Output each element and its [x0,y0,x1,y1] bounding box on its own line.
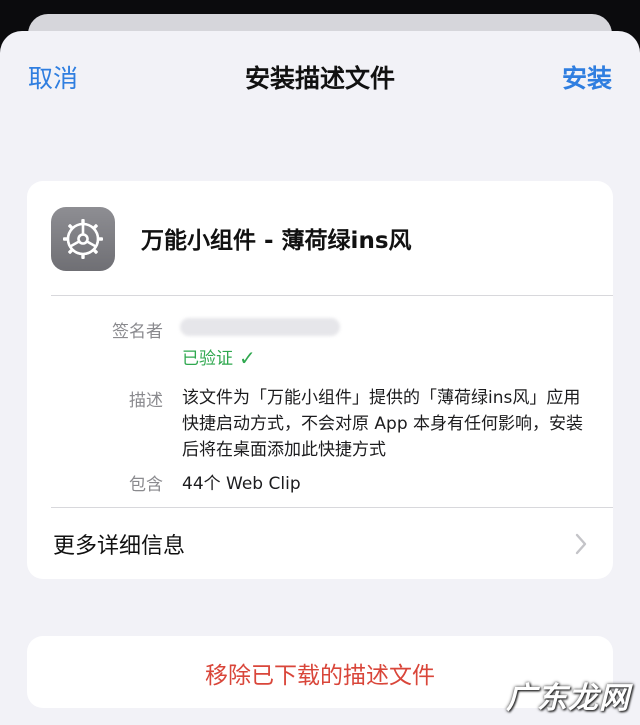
divider [51,295,613,296]
profile-card: 万能小组件 - 薄荷绿ins风 签名者 已验证 ✓ 描述 该文件为「万能小组件」提… [27,181,613,579]
page-title: 安装描述文件 [244,64,395,93]
verified-status: 已验证 ✓ [182,344,256,370]
screen: 取消 安装描述文件 安装 万能小组件 - 薄荷绿ins风 签名者 已验证 ✓ 描… [0,0,640,725]
navigation-bar: 取消 安装描述文件 安装 [0,31,640,123]
signer-value-redacted [180,318,340,336]
contains-value: 44个 Web Clip [182,474,301,494]
gear-icon [51,207,115,271]
contains-label: 包含 [129,475,163,495]
profile-header: 万能小组件 - 薄荷绿ins风 [27,181,613,295]
watermark: 广东龙网 [506,681,630,716]
verified-text: 已验证 [182,349,233,369]
checkmark-icon: ✓ [239,346,256,370]
more-details-row[interactable]: 更多详细信息 [27,508,613,579]
signer-label: 签名者 [112,322,163,342]
description-label: 描述 [129,391,163,411]
more-details-label: 更多详细信息 [53,534,186,559]
install-button[interactable]: 安装 [562,59,612,95]
chevron-right-icon [575,533,587,555]
profile-name: 万能小组件 - 薄荷绿ins风 [141,228,412,254]
description-text: 该文件为「万能小组件」提供的「薄荷绿ins风」应用快捷启动方式，不会对原 App… [182,388,584,460]
